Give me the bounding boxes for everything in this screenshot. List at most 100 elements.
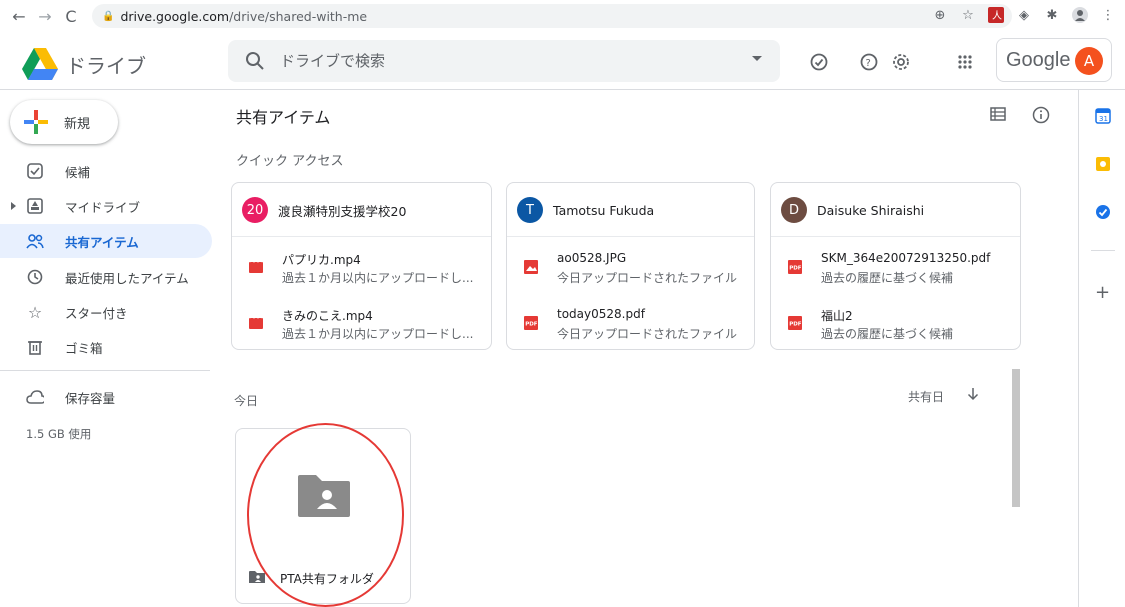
drive-icon — [26, 197, 44, 215]
sidebar-item-label: 保存容量 — [65, 390, 116, 406]
search-options-icon[interactable] — [752, 56, 762, 61]
pdf-file-icon: PDF — [523, 315, 539, 331]
file-row[interactable]: PDF today0528.pdf 今日アップロードされたファイル — [523, 307, 746, 343]
check-square-icon — [26, 162, 44, 180]
sidebar-item-shared-with-me[interactable]: 共有アイテム — [0, 224, 212, 258]
file-name: 福山2 — [821, 309, 853, 323]
sidebar-item-my-drive[interactable]: マイドライブ — [0, 189, 212, 223]
quick-access-label: クイック アクセス — [236, 154, 344, 169]
settings-gear-icon[interactable] — [890, 51, 912, 73]
drive-header: ドライブ ? Google A — [0, 32, 1125, 90]
drive-logo[interactable]: ドライブ — [22, 48, 146, 80]
owner-avatar: D — [781, 197, 807, 223]
file-row[interactable]: パプリカ.mp4 過去１か月以内にアップロードし... — [248, 251, 483, 287]
svg-text:31: 31 — [1099, 115, 1108, 123]
back-icon[interactable]: ← — [8, 5, 30, 27]
forward-icon[interactable]: → — [34, 5, 56, 27]
file-reason: 今日アップロードされたファイル — [557, 327, 738, 341]
sidebar-item-suggestions[interactable]: 候補 — [0, 154, 212, 188]
svg-text:人: 人 — [992, 10, 1002, 22]
sidebar-item-storage[interactable]: 保存容量 — [0, 380, 212, 414]
acrobat-icon[interactable]: 人 — [987, 6, 1005, 24]
video-file-icon — [248, 315, 264, 331]
svg-text:PDF: PDF — [525, 322, 538, 328]
card-divider — [507, 236, 754, 237]
puzzle-icon[interactable]: ✱ — [1043, 6, 1061, 24]
search-bar[interactable] — [228, 40, 780, 82]
drive-logo-icon — [22, 48, 58, 80]
sidebar-item-label: 最近使用したアイテム — [65, 270, 189, 286]
offline-check-icon[interactable] — [808, 51, 830, 73]
trash-icon — [26, 338, 44, 356]
extension-shape-icon[interactable]: ◈ — [1015, 6, 1033, 24]
sidebar-item-trash[interactable]: ゴミ箱 — [0, 330, 212, 364]
address-bar[interactable]: 🔒 drive.google.com/drive/shared-with-me — [92, 4, 1012, 28]
help-icon[interactable]: ? — [858, 51, 880, 73]
image-file-icon — [523, 259, 539, 275]
list-view-icon[interactable] — [990, 106, 1006, 128]
sidebar-item-label: スター付き — [65, 305, 128, 321]
quick-access-card[interactable]: D Daisuke Shiraishi PDF SKM_364e20072913… — [770, 182, 1021, 350]
file-row[interactable]: きみのこえ.mp4 過去１か月以内にアップロードし... — [248, 307, 483, 343]
file-row[interactable]: ao0528.JPG 今日アップロードされたファイル — [523, 251, 746, 287]
card-header: D Daisuke Shiraishi — [781, 197, 924, 223]
reload-icon[interactable]: C — [60, 5, 82, 27]
people-icon — [26, 232, 44, 250]
content-scrollbar[interactable] — [1012, 369, 1020, 507]
sidebar-item-label: 共有アイテム — [65, 234, 139, 250]
video-file-icon — [248, 259, 264, 275]
side-panel-divider — [1091, 250, 1115, 251]
file-name: パプリカ.mp4 — [282, 253, 361, 267]
google-account-switcher[interactable]: Google A — [996, 38, 1112, 82]
view-controls — [990, 106, 1050, 128]
file-reason: 過去の履歴に基づく候補 — [821, 271, 954, 285]
quick-access-card[interactable]: 20 渡良瀬特別支援学校20 パプリカ.mp4 過去１か月以内にアップロードし.… — [231, 182, 492, 350]
svg-text:PDF: PDF — [789, 266, 802, 272]
calendar-icon[interactable]: 31 — [1095, 108, 1111, 124]
sidebar-item-label: マイドライブ — [65, 199, 141, 215]
file-row[interactable]: PDF SKM_364e20072913250.pdf 過去の履歴に基づく候補 — [787, 251, 1012, 287]
info-icon[interactable] — [1032, 106, 1050, 128]
sidebar-divider — [0, 370, 210, 371]
file-reason: 今日アップロードされたファイル — [557, 271, 738, 285]
account-avatar[interactable]: A — [1075, 47, 1103, 75]
card-header: 20 渡良瀬特別支援学校20 — [242, 197, 406, 223]
get-addons-plus-icon[interactable]: + — [1095, 282, 1110, 303]
sidebar-item-recent[interactable]: 最近使用したアイテム — [0, 260, 212, 294]
file-name: きみのこえ.mp4 — [282, 309, 373, 323]
section-today-label: 今日 — [234, 394, 259, 408]
svg-text:?: ? — [866, 58, 871, 69]
apps-grid-icon[interactable] — [954, 51, 976, 73]
google-wordmark: Google — [1006, 48, 1071, 71]
extension-icons: ⊕ ☆ 人 ◈ ✱ ⋮ — [931, 6, 1117, 24]
quick-access-card[interactable]: T Tamotsu Fukuda ao0528.JPG 今日アップロードされたフ… — [506, 182, 755, 350]
file-name: SKM_364e20072913250.pdf — [821, 251, 991, 265]
sort-direction-arrow-icon[interactable] — [966, 386, 980, 401]
owner-name: Daisuke Shiraishi — [817, 202, 925, 218]
card-divider — [232, 236, 491, 237]
bookmark-star-icon[interactable]: ☆ — [959, 6, 977, 24]
owner-name: 渡良瀬特別支援学校20 — [278, 203, 407, 219]
owner-avatar: 20 — [242, 197, 268, 223]
new-button[interactable]: 新規 — [10, 100, 118, 144]
pdf-file-icon: PDF — [787, 259, 803, 275]
sidebar-item-label: 候補 — [65, 164, 91, 180]
new-button-label: 新規 — [64, 116, 91, 132]
pdf-file-icon: PDF — [787, 315, 803, 331]
sort-by-shared-date[interactable]: 共有日 — [908, 388, 944, 405]
more-vert-icon[interactable]: ⋮ — [1099, 6, 1117, 24]
url-path: /drive/shared-with-me — [229, 8, 368, 24]
right-side-panel: 31 + — [1078, 90, 1125, 607]
tasks-icon[interactable] — [1095, 204, 1111, 220]
sidebar-item-starred[interactable]: ☆ スター付き — [0, 295, 212, 329]
left-sidebar: 新規 候補 マイドライブ 共有アイテム 最近使用したアイテム ☆ スター付き ゴ… — [0, 90, 220, 607]
file-reason: 過去１か月以内にアップロードし... — [282, 271, 474, 285]
keep-icon[interactable] — [1095, 156, 1111, 172]
search-icon[interactable] — [244, 50, 266, 72]
translate-icon[interactable]: ⊕ — [931, 6, 949, 24]
sidebar-item-label: ゴミ箱 — [65, 340, 103, 356]
file-row[interactable]: PDF 福山2 過去の履歴に基づく候補 — [787, 307, 1012, 343]
search-input[interactable] — [280, 52, 720, 70]
profile-icon[interactable] — [1071, 6, 1089, 24]
expand-arrow-icon[interactable] — [11, 202, 16, 210]
